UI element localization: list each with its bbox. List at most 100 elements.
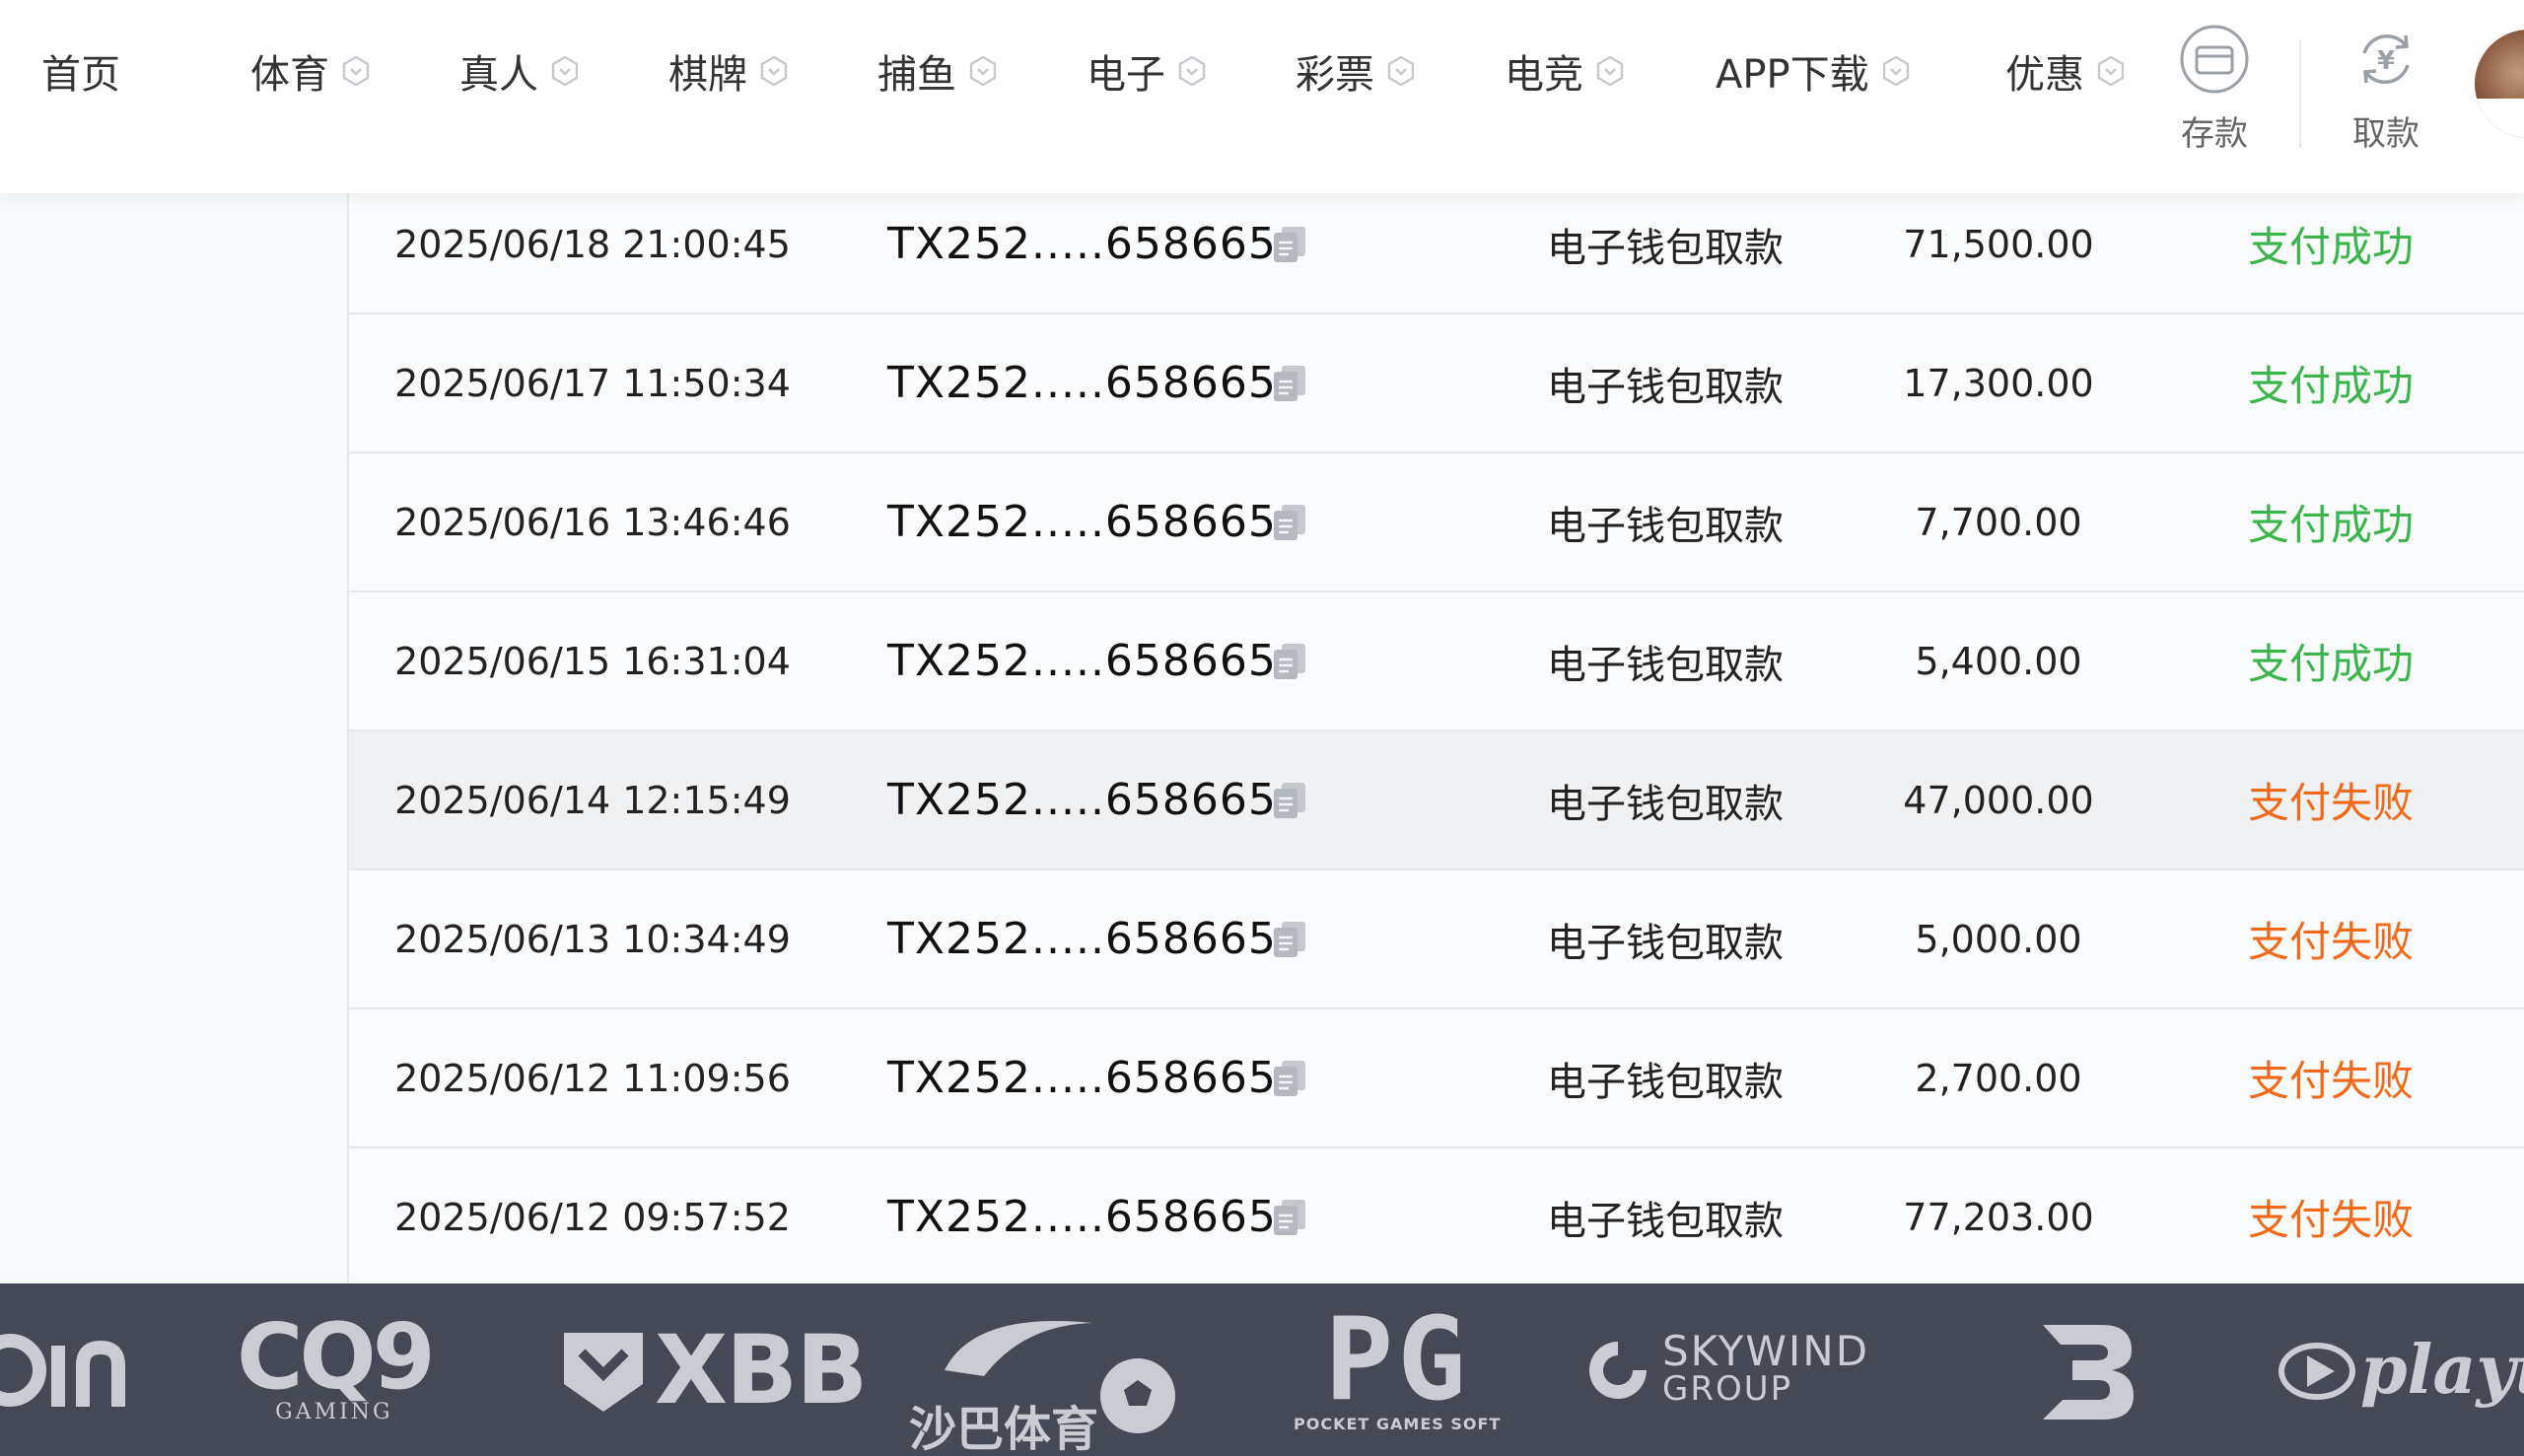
chevron-down-icon: [2097, 55, 2125, 87]
table-row: 2025/06/13 10:34:49 TX252.....658665 电子钱…: [349, 870, 2524, 1009]
avatar[interactable]: [2475, 30, 2524, 138]
table-row: 2025/06/12 11:09:56 TX252.....658665 电子钱…: [349, 1009, 2524, 1148]
svg-text:¥: ¥: [2377, 46, 2395, 76]
record-amount: 47,000.00: [1903, 778, 2094, 822]
copy-icon: [1274, 226, 1305, 262]
copy-order-id-button[interactable]: [1270, 1148, 1309, 1285]
playtech-play-icon: [2279, 1342, 2355, 1400]
chevron-down-icon: [760, 55, 788, 87]
nav-item-promotions[interactable]: 优惠: [2005, 41, 2126, 101]
copy-order-id-button[interactable]: [1270, 592, 1309, 729]
chevron-down-icon: [551, 55, 579, 87]
nav-item-live-casino[interactable]: 真人: [459, 41, 580, 101]
record-type: 电子钱包取款: [1547, 503, 1784, 549]
nav-item-home[interactable]: 首页: [41, 41, 120, 101]
record-amount: 77,203.00: [1903, 1195, 2094, 1239]
xbb-logo: XBB: [558, 1283, 868, 1456]
record-status: 支付失败: [2247, 918, 2414, 966]
record-datetime: 2025/06/15 16:31:04: [394, 639, 791, 683]
record-status: 支付失败: [2247, 779, 2414, 827]
copy-order-id-button[interactable]: [1270, 870, 1309, 1007]
record-datetime: 2025/06/12 09:57:52: [394, 1195, 791, 1239]
record-datetime: 2025/06/14 12:15:49: [394, 778, 791, 822]
record-order-id: TX252.....658665: [887, 497, 1277, 547]
nav-item-fishing[interactable]: 捕鱼: [877, 41, 998, 101]
playtech-logo-text: playtec: [2360, 1330, 2524, 1410]
number-three-mark: [2043, 1324, 2134, 1420]
record-status: 支付成功: [2247, 640, 2414, 688]
record-status: 支付失败: [2247, 1057, 2414, 1105]
card-icon: [2180, 25, 2249, 94]
chevron-down-icon: [1882, 55, 1909, 87]
copy-order-id-button[interactable]: [1270, 175, 1309, 312]
nav-item-label: 体育: [250, 52, 329, 98]
record-amount: 5,000.00: [1915, 917, 2082, 961]
deposit-button[interactable]: 存款: [2165, 24, 2264, 162]
record-datetime: 2025/06/18 21:00:45: [394, 222, 791, 266]
record-amount: 71,500.00: [1903, 222, 2094, 266]
deposit-label: 存款: [2181, 114, 2248, 154]
top-navigation: 首页 体育 真人 棋牌 捕鱼 电子 彩票 电竞 APP下载 优惠 存款 ¥ 取款: [0, 0, 2524, 193]
skywind-logo: SKYWIND GROUP: [1583, 1283, 1869, 1456]
nav-item-sports[interactable]: 体育: [250, 41, 371, 101]
record-datetime: 2025/06/12 11:09:56: [394, 1056, 791, 1100]
saba-sports-logo: 沙巴体育: [905, 1283, 1181, 1456]
yen-refresh-icon: ¥: [2362, 35, 2410, 84]
record-type: 电子钱包取款: [1547, 1198, 1784, 1244]
skywind-logo-text: SKYWIND: [1662, 1326, 1870, 1375]
record-amount: 7,700.00: [1915, 500, 2082, 544]
record-amount: 2,700.00: [1915, 1056, 2082, 1100]
partial-logo-mark: [0, 1333, 125, 1407]
record-status: 支付成功: [2247, 501, 2414, 549]
record-order-id: TX252.....658665: [887, 1192, 1277, 1242]
copy-order-id-button[interactable]: [1270, 314, 1309, 451]
withdrawal-records-table: 2025/06/18 21:00:45 TX252.....658665 电子钱…: [349, 175, 2524, 1287]
nav-divider: [2299, 39, 2301, 148]
table-row: 2025/06/14 12:15:49 TX252.....658665 电子钱…: [349, 731, 2524, 870]
record-type: 电子钱包取款: [1547, 781, 1784, 827]
table-row: 2025/06/18 21:00:45 TX252.....658665 电子钱…: [349, 175, 2524, 314]
pg-logo-subtext: POCKET GAMES SOFT: [1294, 1415, 1502, 1433]
record-type: 电子钱包取款: [1547, 225, 1784, 271]
partner-logo-3: [2033, 1283, 2141, 1456]
chevron-down-icon: [1178, 55, 1206, 87]
copy-order-id-button[interactable]: [1270, 1009, 1309, 1146]
record-order-id: TX252.....658665: [887, 914, 1277, 964]
record-type: 电子钱包取款: [1547, 920, 1784, 966]
nav-item-esports[interactable]: 电竞: [1505, 41, 1625, 101]
record-order-id: TX252.....658665: [887, 775, 1277, 825]
copy-icon: [1274, 643, 1305, 679]
copy-icon: [1274, 782, 1305, 818]
record-amount: 5,400.00: [1915, 639, 2082, 683]
record-datetime: 2025/06/16 13:46:46: [394, 500, 791, 544]
nav-item-label: 真人: [459, 52, 538, 98]
cq9-logo-text: CQ9: [237, 1304, 436, 1410]
nav-item-app-download[interactable]: APP下载: [1716, 41, 1911, 101]
nav-item-label: 捕鱼: [877, 52, 956, 98]
record-amount: 17,300.00: [1903, 361, 2094, 405]
chevron-down-icon: [1596, 55, 1624, 87]
xbb-shield-icon: [564, 1332, 643, 1412]
nav-item-label: 彩票: [1296, 52, 1374, 98]
copy-order-id-button[interactable]: [1270, 731, 1309, 868]
playtech-logo: playtec: [2278, 1283, 2524, 1456]
record-datetime: 2025/06/17 11:50:34: [394, 361, 791, 405]
chevron-down-icon: [342, 55, 370, 87]
table-row: 2025/06/16 13:46:46 TX252.....658665 电子钱…: [349, 453, 2524, 592]
copy-icon: [1274, 365, 1305, 401]
partner-logos-footer: CQ9 GAMING XBB 沙巴体育 PG POCKET GAMES SOFT…: [0, 1283, 2524, 1456]
copy-order-id-button[interactable]: [1270, 453, 1309, 590]
nav-item-cards[interactable]: 棋牌: [668, 41, 789, 101]
withdraw-button[interactable]: ¥ 取款: [2337, 24, 2435, 162]
record-type: 电子钱包取款: [1547, 642, 1784, 688]
record-type: 电子钱包取款: [1547, 364, 1784, 410]
nav-item-label: 电子: [1087, 52, 1165, 98]
nav-item-lottery[interactable]: 彩票: [1296, 41, 1416, 101]
record-datetime: 2025/06/13 10:34:49: [394, 917, 791, 961]
nav-item-label: 优惠: [2005, 52, 2084, 98]
nav-item-label: 棋牌: [668, 52, 747, 98]
nav-item-label: 首页: [41, 52, 120, 98]
nav-item-slots[interactable]: 电子: [1087, 41, 1207, 101]
table-row: 2025/06/12 09:57:52 TX252.....658665 电子钱…: [349, 1148, 2524, 1287]
saba-sports-text: 沙巴体育: [909, 1402, 1099, 1456]
